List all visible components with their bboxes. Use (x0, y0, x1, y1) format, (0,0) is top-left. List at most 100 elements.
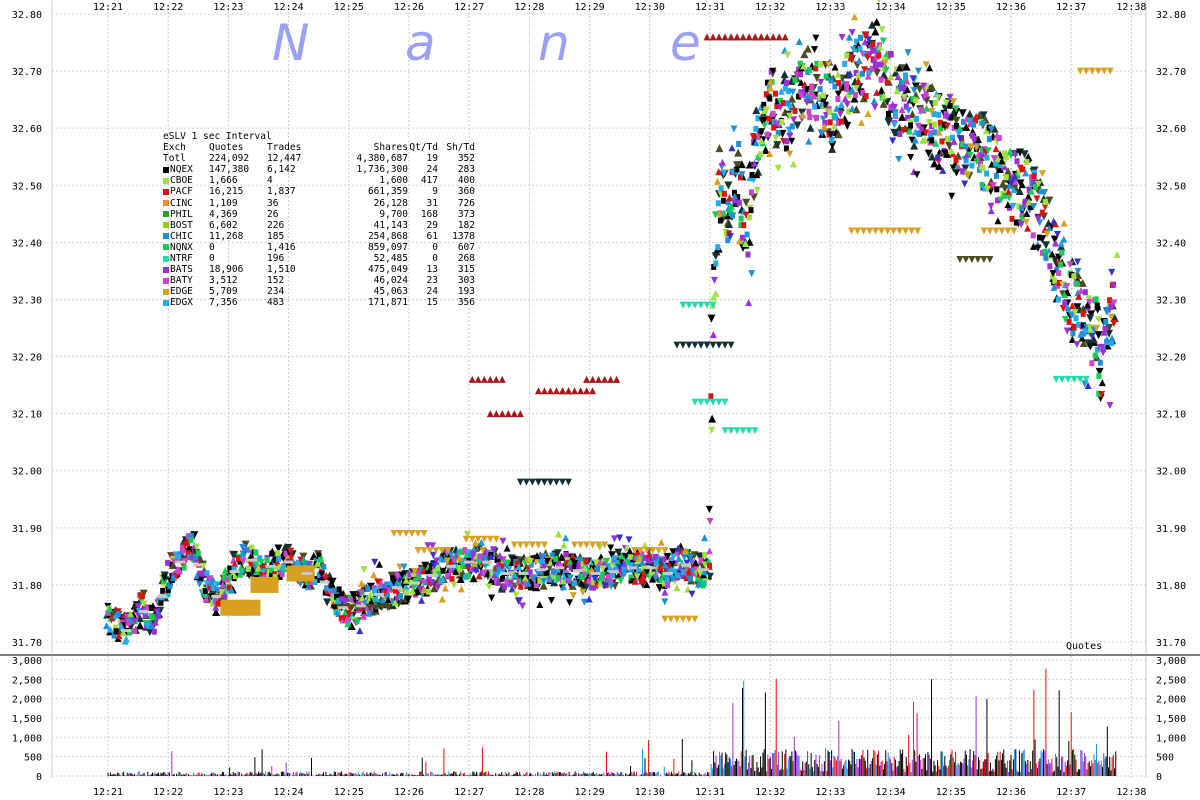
outlier-marker (499, 537, 507, 545)
header-quotes: Quotes (209, 142, 244, 154)
y-tick-label-left: 32.50 (12, 181, 42, 192)
quote-marker (1111, 281, 1117, 288)
marker-edge (577, 541, 585, 549)
outlier-marker (786, 150, 794, 158)
stats-cell-shares: 46,024 (322, 275, 408, 286)
marker-olive (962, 255, 970, 263)
stats-value: 1,837 (267, 186, 296, 198)
x-tick-label-bottom: 12:24 (274, 787, 304, 798)
x-tick-label-top: 12:32 (755, 2, 785, 13)
highlight-dash (428, 573, 439, 577)
stats-value: 9 (432, 186, 438, 198)
quote-marker (919, 106, 925, 113)
quote-marker (744, 231, 750, 238)
marker-edge (516, 541, 524, 549)
stats-value: 224,092 (209, 153, 250, 165)
quote-marker (984, 170, 990, 177)
marker-ntrf (739, 427, 747, 435)
outlier-marker (895, 155, 903, 163)
marker-darkred (583, 375, 591, 383)
quote-marker (827, 119, 833, 126)
quote-marker (372, 587, 378, 594)
outlier-marker (812, 34, 820, 42)
stats-value: BATY (170, 275, 193, 287)
quote-marker (361, 613, 367, 620)
quote-marker (844, 52, 850, 59)
legend-swatch (163, 244, 169, 251)
stats-row: NTRF 0 196 52,485 0 268 (163, 253, 475, 264)
y-tick-label-left: 32.00 (12, 467, 42, 478)
stats-cell-quotes: 0 (209, 253, 267, 264)
marker-olive (956, 255, 964, 263)
quote-marker (563, 551, 569, 558)
stats-cell-quotes: 11,268 (209, 231, 267, 242)
quote-marker (876, 52, 882, 59)
quote-marker (195, 550, 201, 557)
quote-marker (1074, 280, 1080, 287)
quote-marker (1096, 372, 1102, 379)
quote-marker (1098, 379, 1106, 387)
x-tick-label-top: 12:36 (996, 2, 1026, 13)
quote-marker (897, 130, 903, 137)
stats-value: BATS (170, 264, 193, 276)
x-tick-label-bottom: 12:26 (394, 787, 424, 798)
stats-cell-qt-td: 13 (408, 264, 438, 275)
outlier-marker (789, 160, 797, 168)
stats-value: CINC (170, 197, 193, 209)
quote-marker (748, 189, 754, 196)
quote-marker (181, 564, 187, 571)
marker-olive (968, 255, 976, 263)
y-tick-label-right: 31.70 (1156, 638, 1186, 649)
stats-row: PACF 16,215 1,837 661,359 9 360 (163, 186, 475, 197)
quote-marker (994, 186, 1000, 193)
stats-value: 193 (457, 286, 475, 298)
volume-tick-right: 1,000 (1156, 733, 1186, 744)
quote-marker (707, 562, 713, 569)
marker-ntrf (685, 301, 693, 309)
marker-darkred (709, 33, 717, 41)
highlight-dash (337, 606, 348, 610)
quote-marker (798, 71, 804, 78)
marker-darkred (480, 375, 488, 383)
quote-marker (736, 140, 742, 147)
y-tick-label-right: 32.80 (1156, 10, 1186, 21)
quote-marker (789, 123, 795, 130)
outlier-marker (748, 270, 756, 278)
outlier-marker (657, 538, 665, 546)
quote-marker (749, 171, 755, 178)
stats-cell-sh-td: 360 (438, 186, 475, 197)
marker-darkred (739, 33, 747, 41)
highlight-dash (482, 560, 493, 564)
quote-marker (200, 570, 206, 577)
quote-marker (806, 108, 812, 115)
stats-cell-quotes: 0 (209, 242, 267, 253)
marker-darkteal (721, 341, 729, 349)
stats-cell-sh-td: 726 (438, 198, 475, 209)
quote-marker (969, 132, 975, 139)
outlier-marker (1073, 341, 1081, 349)
stats-value: 373 (457, 208, 475, 220)
highlight-dash (319, 580, 330, 584)
stats-row: CHIC 11,268 185 254,868 61 1378 (163, 231, 475, 242)
quote-marker (878, 76, 884, 83)
stats-value: 352 (457, 153, 475, 165)
marker-darkred (781, 33, 789, 41)
stats-cell-quotes: 18,906 (209, 264, 267, 275)
marker-ntrf (703, 398, 711, 406)
quote-marker (913, 97, 919, 104)
quote-marker (1013, 219, 1019, 226)
stats-value: 859,097 (367, 241, 408, 253)
stats-value: 24 (426, 286, 438, 298)
quote-marker (828, 77, 834, 84)
outlier-marker (616, 534, 624, 542)
outlier-marker (1108, 268, 1116, 276)
highlight-dash (500, 571, 511, 575)
quote-marker (857, 34, 863, 41)
header-qt-td: Qt/Td (409, 142, 438, 154)
marker-darkred (727, 33, 735, 41)
quote-marker (1113, 250, 1121, 258)
highlight-dash (121, 629, 132, 633)
stats-cell-shares: 4,380,687 (322, 153, 408, 164)
stats-cell-trades: 234 (267, 286, 322, 297)
quote-marker (269, 550, 275, 557)
